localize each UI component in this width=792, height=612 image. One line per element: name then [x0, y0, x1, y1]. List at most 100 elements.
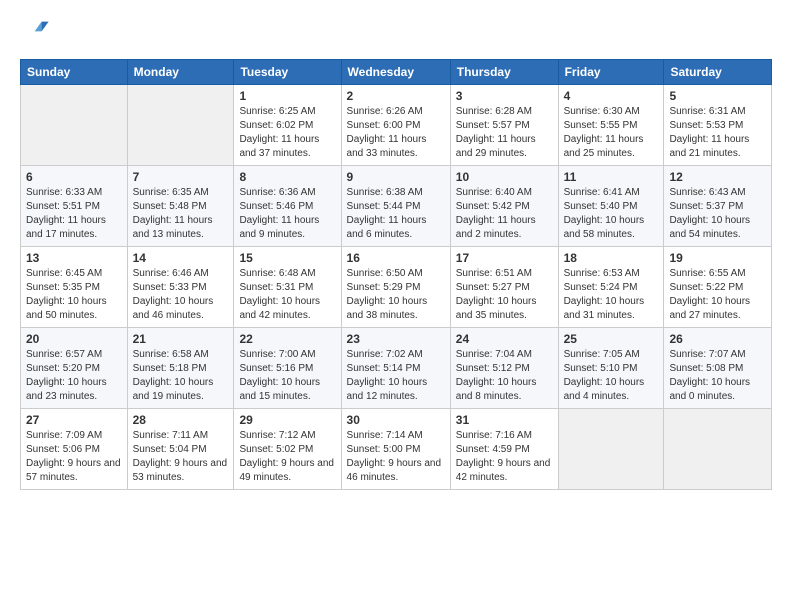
logo-icon — [22, 16, 50, 44]
day-info: Sunrise: 6:41 AMSunset: 5:40 PMDaylight:… — [564, 186, 659, 242]
day-cell: 31 Sunrise: 7:16 AMSunset: 4:59 PMDayligh… — [450, 409, 558, 490]
logo — [20, 16, 50, 49]
weekday-header-thursday: Thursday — [450, 60, 558, 85]
day-cell: 6Sunrise: 6:33 AMSunset: 5:51 PMDaylight… — [21, 166, 128, 247]
day-cell: 10Sunrise: 6:40 AMSunset: 5:42 PMDayligh… — [450, 166, 558, 247]
day-cell: 12Sunrise: 6:43 AMSunset: 5:37 PMDayligh… — [664, 166, 772, 247]
day-info: Sunrise: 6:55 AMSunset: 5:22 PMDaylight:… — [669, 267, 766, 323]
day-number: 25 — [564, 332, 659, 346]
day-number: 28 — [133, 413, 229, 427]
day-info: Sunrise: 6:43 AMSunset: 5:37 PMDaylight:… — [669, 186, 766, 242]
day-info: Sunrise: 7:02 AMSunset: 5:14 PMDaylight:… — [347, 348, 445, 404]
day-info: Sunrise: 6:25 AMSunset: 6:02 PMDaylight:… — [239, 105, 335, 161]
day-info: Sunrise: 6:45 AMSunset: 5:35 PMDaylight:… — [26, 267, 122, 323]
day-cell: 15 Sunrise: 6:48 AMSunset: 5:31 PMDayligh… — [234, 247, 341, 328]
day-info: Sunrise: 6:26 AMSunset: 6:00 PMDaylight:… — [347, 105, 445, 161]
day-cell: 23 Sunrise: 7:02 AMSunset: 5:14 PMDayligh… — [341, 328, 450, 409]
day-cell: 30 Sunrise: 7:14 AMSunset: 5:00 PMDayligh… — [341, 409, 450, 490]
day-info: Sunrise: 7:07 AMSunset: 5:08 PMDaylight:… — [669, 348, 766, 404]
weekday-header-friday: Friday — [558, 60, 664, 85]
day-number: 8 — [239, 170, 335, 184]
day-info: Sunrise: 7:12 AMSunset: 5:02 PMDaylight:… — [239, 429, 335, 485]
day-info: Sunrise: 6:31 AMSunset: 5:53 PMDaylight:… — [669, 105, 766, 161]
day-info: Sunrise: 6:33 AMSunset: 5:51 PMDaylight:… — [26, 186, 122, 242]
day-cell: 9Sunrise: 6:38 AMSunset: 5:44 PMDaylight… — [341, 166, 450, 247]
day-number: 15 — [239, 251, 335, 265]
day-number: 29 — [239, 413, 335, 427]
day-cell: 20 Sunrise: 6:57 AMSunset: 5:20 PMDayligh… — [21, 328, 128, 409]
day-number: 9 — [347, 170, 445, 184]
day-info: Sunrise: 7:11 AMSunset: 5:04 PMDaylight:… — [133, 429, 229, 485]
weekday-header-sunday: Sunday — [21, 60, 128, 85]
day-cell: 2 Sunrise: 6:26 AMSunset: 6:00 PMDaylight… — [341, 85, 450, 166]
day-cell: 26 Sunrise: 7:07 AMSunset: 5:08 PMDayligh… — [664, 328, 772, 409]
day-info: Sunrise: 7:16 AMSunset: 4:59 PMDaylight:… — [456, 429, 553, 485]
calendar-table: SundayMondayTuesdayWednesdayThursdayFrid… — [20, 59, 772, 490]
page: SundayMondayTuesdayWednesdayThursdayFrid… — [0, 0, 792, 612]
day-number: 19 — [669, 251, 766, 265]
day-cell: 21Sunrise: 6:58 AMSunset: 5:18 PMDayligh… — [127, 328, 234, 409]
day-cell: 8 Sunrise: 6:36 AMSunset: 5:46 PMDaylight… — [234, 166, 341, 247]
day-number: 5 — [669, 89, 766, 103]
day-cell: 28 Sunrise: 7:11 AMSunset: 5:04 PMDayligh… — [127, 409, 234, 490]
weekday-header-row: SundayMondayTuesdayWednesdayThursdayFrid… — [21, 60, 772, 85]
day-info: Sunrise: 6:28 AMSunset: 5:57 PMDaylight:… — [456, 105, 553, 161]
day-info: Sunrise: 7:09 AMSunset: 5:06 PMDaylight:… — [26, 429, 122, 485]
day-cell: 5 Sunrise: 6:31 AMSunset: 5:53 PMDaylight… — [664, 85, 772, 166]
day-number: 17 — [456, 251, 553, 265]
day-cell: 22Sunrise: 7:00 AMSunset: 5:16 PMDayligh… — [234, 328, 341, 409]
day-number: 7 — [133, 170, 229, 184]
day-cell: 25 Sunrise: 7:05 AMSunset: 5:10 PMDayligh… — [558, 328, 664, 409]
day-number: 27 — [26, 413, 122, 427]
day-info: Sunrise: 7:00 AMSunset: 5:16 PMDaylight:… — [239, 348, 335, 404]
day-info: Sunrise: 7:14 AMSunset: 5:00 PMDaylight:… — [347, 429, 445, 485]
week-row-2: 6Sunrise: 6:33 AMSunset: 5:51 PMDaylight… — [21, 166, 772, 247]
day-cell — [127, 85, 234, 166]
day-number: 23 — [347, 332, 445, 346]
day-cell: 4Sunrise: 6:30 AMSunset: 5:55 PMDaylight… — [558, 85, 664, 166]
day-number: 20 — [26, 332, 122, 346]
day-info: Sunrise: 6:58 AMSunset: 5:18 PMDaylight:… — [133, 348, 229, 404]
day-cell: 13 Sunrise: 6:45 AMSunset: 5:35 PMDayligh… — [21, 247, 128, 328]
day-info: Sunrise: 6:53 AMSunset: 5:24 PMDaylight:… — [564, 267, 659, 323]
day-number: 11 — [564, 170, 659, 184]
day-cell: 1 Sunrise: 6:25 AMSunset: 6:02 PMDaylight… — [234, 85, 341, 166]
day-number: 31 — [456, 413, 553, 427]
day-number: 2 — [347, 89, 445, 103]
week-row-1: 1 Sunrise: 6:25 AMSunset: 6:02 PMDaylight… — [21, 85, 772, 166]
day-cell: 19 Sunrise: 6:55 AMSunset: 5:22 PMDayligh… — [664, 247, 772, 328]
day-number: 30 — [347, 413, 445, 427]
week-row-3: 13 Sunrise: 6:45 AMSunset: 5:35 PMDayligh… — [21, 247, 772, 328]
weekday-header-tuesday: Tuesday — [234, 60, 341, 85]
day-number: 26 — [669, 332, 766, 346]
day-number: 1 — [239, 89, 335, 103]
day-cell — [21, 85, 128, 166]
day-number: 3 — [456, 89, 553, 103]
week-row-5: 27 Sunrise: 7:09 AMSunset: 5:06 PMDayligh… — [21, 409, 772, 490]
day-info: Sunrise: 6:51 AMSunset: 5:27 PMDaylight:… — [456, 267, 553, 323]
week-row-4: 20 Sunrise: 6:57 AMSunset: 5:20 PMDayligh… — [21, 328, 772, 409]
day-cell: 29 Sunrise: 7:12 AMSunset: 5:02 PMDayligh… — [234, 409, 341, 490]
day-cell: 7Sunrise: 6:35 AMSunset: 5:48 PMDaylight… — [127, 166, 234, 247]
day-number: 14 — [133, 251, 229, 265]
day-number: 13 — [26, 251, 122, 265]
header — [20, 16, 772, 49]
day-number: 18 — [564, 251, 659, 265]
day-cell — [664, 409, 772, 490]
day-info: Sunrise: 6:57 AMSunset: 5:20 PMDaylight:… — [26, 348, 122, 404]
day-cell: 17 Sunrise: 6:51 AMSunset: 5:27 PMDayligh… — [450, 247, 558, 328]
weekday-header-wednesday: Wednesday — [341, 60, 450, 85]
day-number: 4 — [564, 89, 659, 103]
day-info: Sunrise: 7:05 AMSunset: 5:10 PMDaylight:… — [564, 348, 659, 404]
day-cell — [558, 409, 664, 490]
day-cell: 18 Sunrise: 6:53 AMSunset: 5:24 PMDayligh… — [558, 247, 664, 328]
day-info: Sunrise: 6:48 AMSunset: 5:31 PMDaylight:… — [239, 267, 335, 323]
day-cell: 11 Sunrise: 6:41 AMSunset: 5:40 PMDayligh… — [558, 166, 664, 247]
day-cell: 16Sunrise: 6:50 AMSunset: 5:29 PMDayligh… — [341, 247, 450, 328]
day-info: Sunrise: 6:36 AMSunset: 5:46 PMDaylight:… — [239, 186, 335, 242]
day-info: Sunrise: 6:50 AMSunset: 5:29 PMDaylight:… — [347, 267, 445, 323]
day-cell: 27 Sunrise: 7:09 AMSunset: 5:06 PMDayligh… — [21, 409, 128, 490]
day-number: 10 — [456, 170, 553, 184]
day-cell: 24Sunrise: 7:04 AMSunset: 5:12 PMDayligh… — [450, 328, 558, 409]
day-cell: 3 Sunrise: 6:28 AMSunset: 5:57 PMDaylight… — [450, 85, 558, 166]
